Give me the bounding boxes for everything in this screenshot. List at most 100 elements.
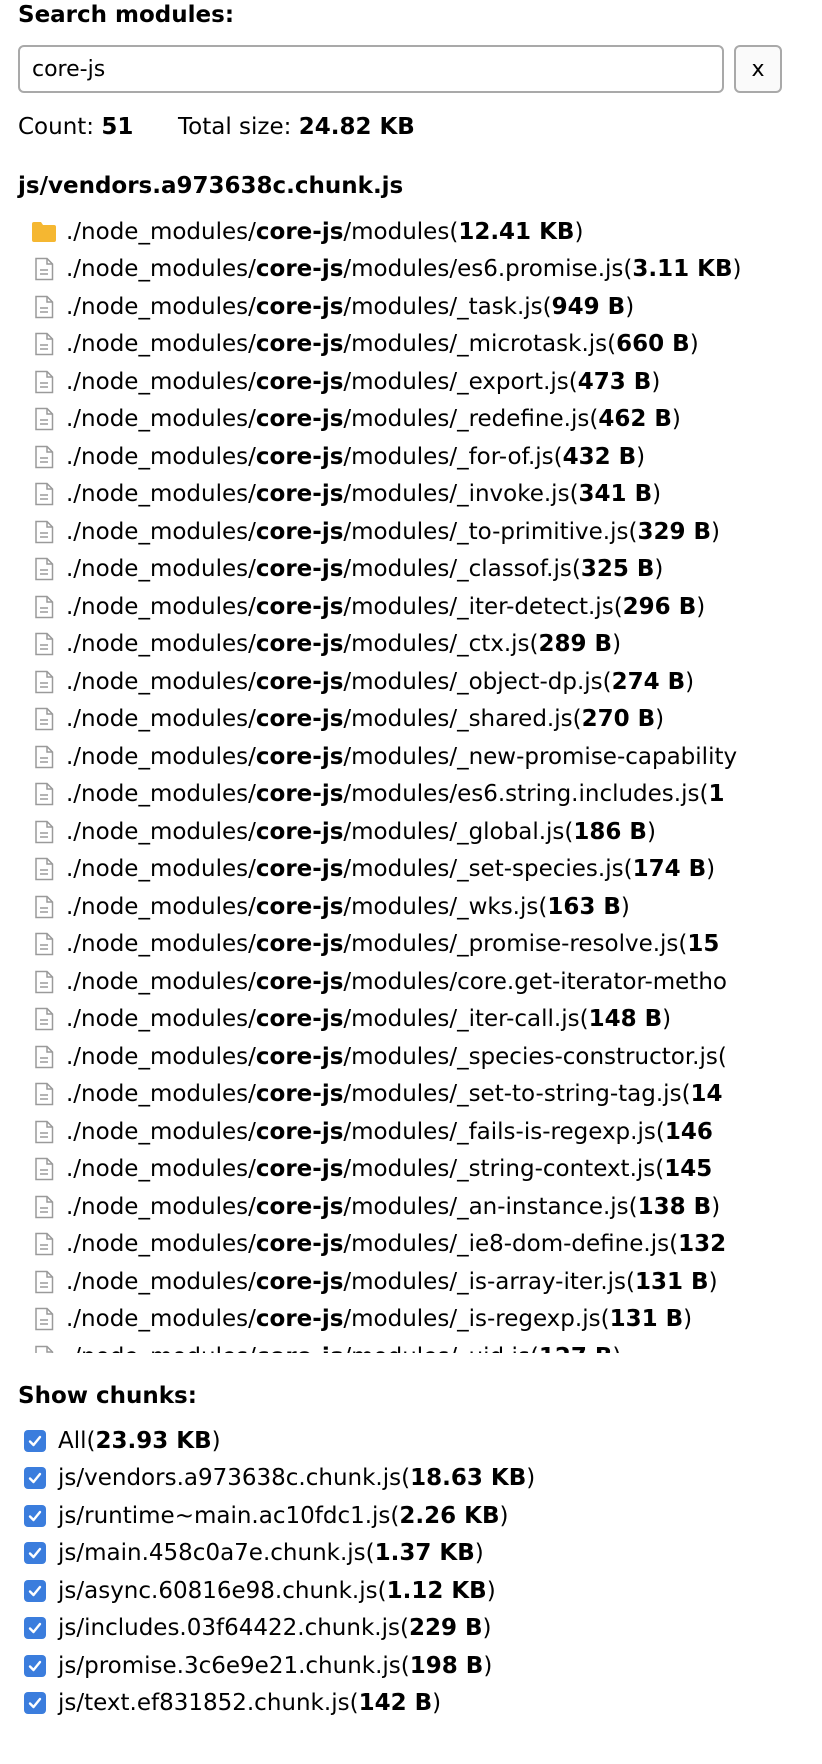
module-match: core-js — [255, 1156, 344, 1183]
module-prefix: ./node_modules/ — [66, 1268, 256, 1295]
module-match: core-js — [255, 1193, 344, 1220]
search-input[interactable] — [18, 45, 724, 93]
chunk-checkbox-row[interactable]: js/main.458c0a7e.chunk.js (1.37 KB) — [24, 1535, 535, 1573]
module-prefix: ./node_modules/ — [66, 893, 256, 920]
module-row[interactable]: ./node_modules/core-js/modules/_fails-is… — [30, 1113, 790, 1151]
check-icon — [28, 1473, 42, 1484]
checkbox[interactable] — [24, 1579, 46, 1602]
chunk-label: js/promise.3c6e9e21.chunk.js — [58, 1652, 401, 1679]
module-path: /modules/_species-constructor.js — [343, 1043, 718, 1070]
module-row[interactable]: ./node_modules/core-js/modules/_iter-det… — [30, 588, 790, 626]
module-row[interactable]: ./node_modules/core-js/modules/_new-prom… — [30, 738, 790, 776]
module-row[interactable]: ./node_modules/core-js/modules/_promise-… — [30, 926, 790, 964]
module-row[interactable]: ./node_modules/core-js/modules/_set-spec… — [30, 851, 790, 889]
module-path: /modules/_for-of.js — [343, 443, 554, 470]
module-row[interactable]: ./node_modules/core-js/modules/_to-primi… — [30, 513, 790, 551]
module-path: /modules/_redefine.js — [343, 406, 590, 433]
checkbox[interactable] — [24, 1467, 46, 1490]
module-row[interactable]: ./node_modules/core-js/modules/_is-array… — [30, 1263, 790, 1301]
check-icon — [28, 1698, 42, 1709]
chunk-checkbox-row[interactable]: js/runtime~main.ac10fdc1.js (2.26 KB) — [24, 1497, 535, 1535]
module-row[interactable]: ./node_modules/core-js/modules/es6.strin… — [30, 776, 790, 814]
module-row[interactable]: ./node_modules/core-js/modules/_for-of.j… — [30, 438, 790, 476]
file-icon — [30, 744, 58, 770]
module-row[interactable]: ./node_modules/core-js/modules/_ctx.js (… — [30, 626, 790, 664]
chunk-checkbox-row[interactable]: All (23.93 KB) — [24, 1422, 535, 1460]
checkbox[interactable] — [24, 1617, 46, 1640]
chunk-label: js/runtime~main.ac10fdc1.js — [58, 1502, 391, 1529]
module-row[interactable]: ./node_modules/core-js/modules/_iter-cal… — [30, 1001, 790, 1039]
module-row[interactable]: ./node_modules/core-js/modules/_object-d… — [30, 663, 790, 701]
module-row[interactable]: ./node_modules/core-js/modules/_ie8-dom-… — [30, 1226, 790, 1264]
chunk-size: 18.63 KB — [410, 1465, 527, 1492]
checkbox[interactable] — [24, 1542, 46, 1565]
module-size: 131 B — [635, 1268, 709, 1295]
module-row[interactable]: ./node_modules/core-js/modules/_microtas… — [30, 326, 790, 364]
folder-icon — [30, 219, 58, 245]
chunk-checkbox-row[interactable]: js/text.ef831852.chunk.js (142 B) — [24, 1685, 535, 1723]
file-icon — [30, 669, 58, 695]
module-row[interactable]: ./node_modules/core-js/modules/_global.j… — [30, 813, 790, 851]
module-row[interactable]: ./node_modules/core-js/modules/_is-regex… — [30, 1301, 790, 1339]
module-row[interactable]: ./node_modules/core-js/modules/_species-… — [30, 1038, 790, 1076]
checkbox[interactable] — [24, 1429, 46, 1452]
module-size: 186 B — [573, 818, 647, 845]
module-row[interactable]: ./node_modules/core-js/modules/_set-to-s… — [30, 1076, 790, 1114]
file-icon — [30, 369, 58, 395]
module-row[interactable]: ./node_modules/core-js/modules/_classof.… — [30, 551, 790, 589]
module-match: core-js — [255, 668, 344, 695]
checkbox[interactable] — [24, 1504, 46, 1527]
module-path: /modules/_classof.js — [343, 556, 572, 583]
module-match: core-js — [255, 556, 344, 583]
module-size: 14 — [690, 1081, 723, 1108]
checkbox[interactable] — [24, 1692, 46, 1715]
clear-search-button[interactable]: x — [734, 45, 782, 93]
module-path: /modules/_ie8-dom-define.js — [343, 1231, 670, 1258]
chunk-checkbox-row[interactable]: js/vendors.a973638c.chunk.js (18.63 KB) — [24, 1460, 535, 1498]
chunk-checkbox-row[interactable]: js/includes.03f64422.chunk.js (229 B) — [24, 1610, 535, 1648]
file-icon — [30, 894, 58, 920]
module-size: 131 B — [609, 1306, 684, 1333]
module-path: /modules/_promise-resolve.js — [343, 931, 679, 958]
chunk-size: 1.12 KB — [386, 1577, 487, 1604]
module-size: 12.41 KB — [458, 218, 575, 245]
module-match: core-js — [255, 856, 344, 883]
module-list[interactable]: ./node_modules/core-js/modules (12.41 KB… — [30, 213, 790, 1353]
file-icon — [30, 1006, 58, 1032]
show-chunks-title: Show chunks: — [18, 1383, 197, 1409]
module-match: core-js — [255, 631, 344, 658]
checkbox[interactable] — [24, 1654, 46, 1677]
module-row[interactable]: ./node_modules/core-js/modules/_string-c… — [30, 1151, 790, 1189]
module-row[interactable]: ./node_modules/core-js/modules/core.get-… — [30, 963, 790, 1001]
module-row[interactable]: ./node_modules/core-js/modules/_shared.j… — [30, 701, 790, 739]
module-size: 341 B — [578, 481, 653, 508]
module-size: 296 B — [622, 593, 697, 620]
module-row[interactable]: ./node_modules/core-js/modules/_invoke.j… — [30, 476, 790, 514]
module-path: /modules/_an-instance.js — [343, 1193, 629, 1220]
module-row[interactable]: ./node_modules/core-js/modules/es6.promi… — [30, 251, 790, 289]
module-path: /modules/_is-regexp.js — [343, 1306, 601, 1333]
file-icon — [30, 556, 58, 582]
module-row[interactable]: ./node_modules/core-js/modules/_uid.js (… — [30, 1338, 790, 1353]
module-path: /modules/_set-to-string-tag.js — [343, 1081, 682, 1108]
file-icon — [30, 331, 58, 357]
chunk-checkbox-row[interactable]: js/promise.3c6e9e21.chunk.js (198 B) — [24, 1647, 535, 1685]
file-icon — [30, 856, 58, 882]
module-row[interactable]: ./node_modules/core-js/modules/_export.j… — [30, 363, 790, 401]
module-path: /modules/_iter-call.js — [343, 1006, 580, 1033]
module-size: 329 B — [637, 518, 712, 545]
module-row[interactable]: ./node_modules/core-js/modules (12.41 KB… — [30, 213, 790, 251]
module-prefix: ./node_modules/ — [66, 743, 256, 770]
module-path: /modules/_is-array-iter.js — [343, 1268, 627, 1295]
chunk-size: 229 B — [408, 1615, 483, 1642]
module-prefix: ./node_modules/ — [66, 1306, 256, 1333]
chunk-checkbox-row[interactable]: js/async.60816e98.chunk.js (1.12 KB) — [24, 1572, 535, 1610]
module-size: 15 — [687, 931, 720, 958]
module-row[interactable]: ./node_modules/core-js/modules/_redefine… — [30, 401, 790, 439]
module-row[interactable]: ./node_modules/core-js/modules/_wks.js (… — [30, 888, 790, 926]
module-row[interactable]: ./node_modules/core-js/modules/_task.js … — [30, 288, 790, 326]
module-path: /modules — [343, 218, 450, 245]
module-row[interactable]: ./node_modules/core-js/modules/_an-insta… — [30, 1188, 790, 1226]
check-icon — [28, 1623, 42, 1634]
module-prefix: ./node_modules/ — [66, 781, 256, 808]
